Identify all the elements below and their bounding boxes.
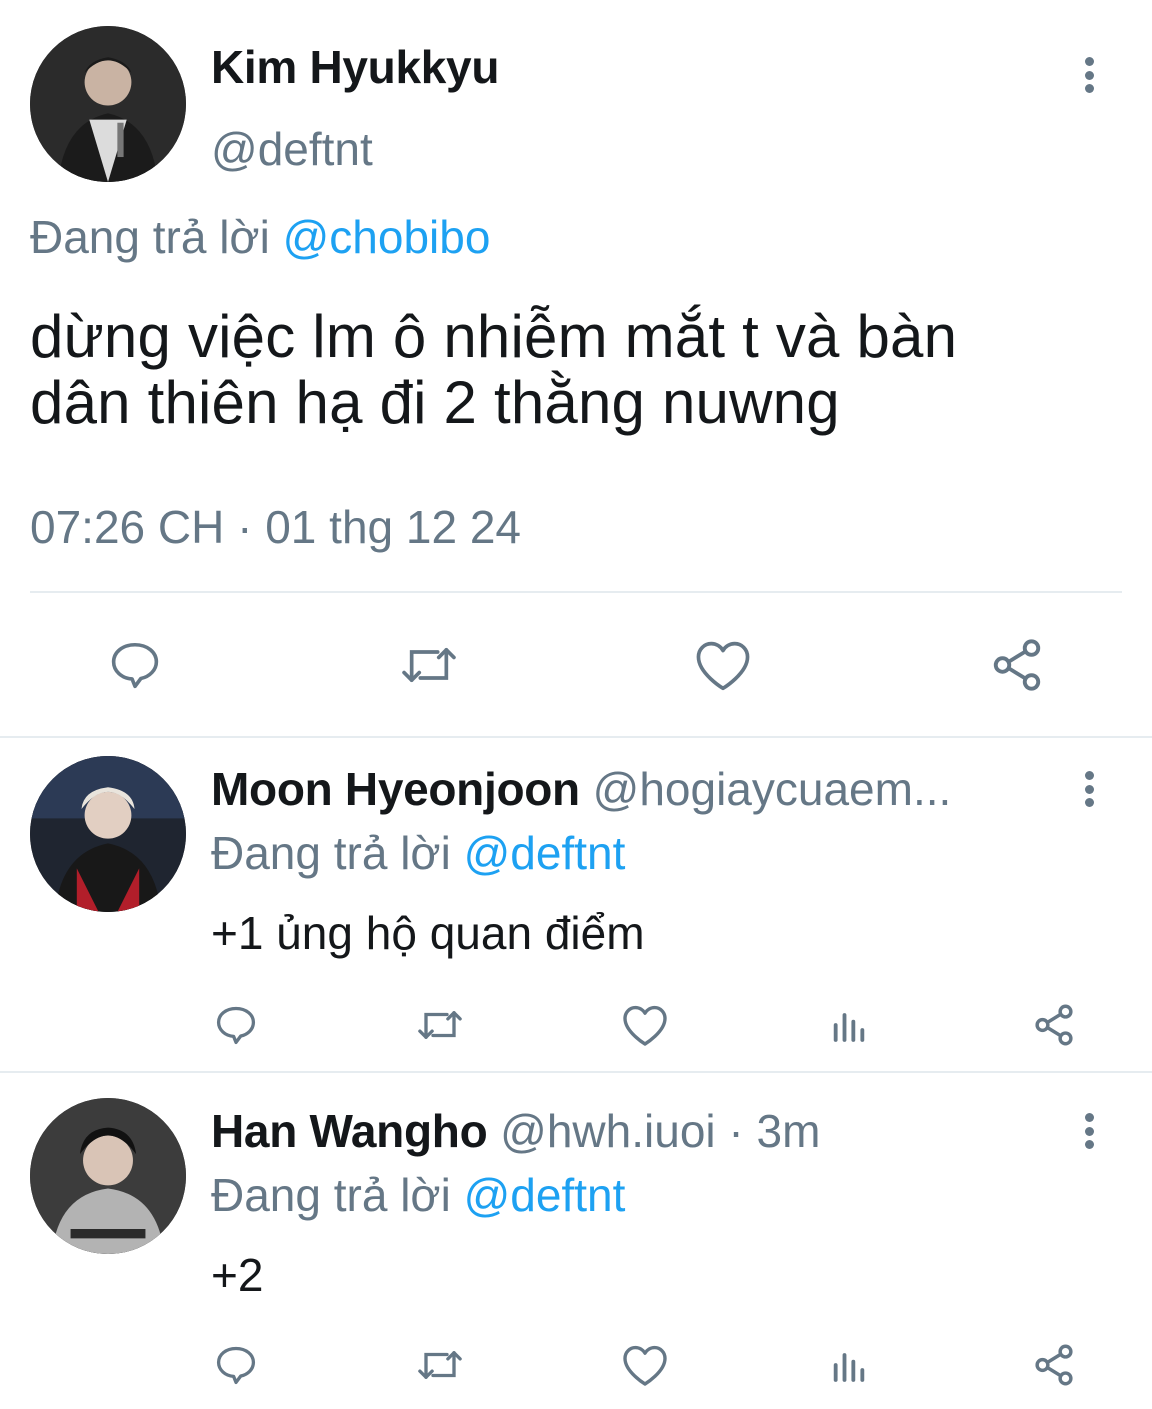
analytics-button[interactable] [826, 1342, 872, 1388]
replying-to-line: Đang trả lời @chobibo [30, 210, 490, 264]
tweet-text: dừng việc lm ô nhiễm mắt t và bàn dân th… [30, 304, 957, 436]
more-options-icon[interactable] [1082, 1113, 1096, 1149]
reply-icon [216, 1346, 256, 1385]
retweet-icon [418, 1011, 462, 1039]
replying-to-mention[interactable]: @deftnt [464, 827, 626, 879]
tweet-timestamp[interactable]: 07:26 CH · 01 thg 12 24 [30, 500, 521, 554]
reply-button[interactable] [211, 1340, 261, 1390]
like-icon [696, 641, 750, 691]
reply-avatar[interactable] [30, 1098, 186, 1254]
share-icon [1035, 1344, 1073, 1386]
author-name[interactable]: Kim Hyukkyu [211, 40, 499, 94]
retweet-button[interactable] [412, 1340, 468, 1390]
replying-prefix: Đang trả lời [211, 1169, 464, 1221]
retweet-button[interactable] [412, 1000, 468, 1050]
person-photo-icon [30, 1098, 186, 1254]
author-handle[interactable]: @deftnt [211, 122, 373, 176]
divider [0, 736, 1152, 738]
person-photo-icon [30, 756, 186, 912]
reply-author-handle[interactable]: @hwh.iuoi · 3m [500, 1105, 820, 1157]
like-button[interactable] [620, 1340, 670, 1390]
share-button[interactable] [1028, 1340, 1080, 1390]
reply-author-name[interactable]: Han Wangho [211, 1105, 488, 1157]
analytics-icon [833, 1013, 865, 1042]
reply-icon [111, 642, 159, 689]
reply-text: +1 ủng hộ quan điểm [211, 907, 645, 959]
reply-text: +2 [211, 1249, 264, 1301]
replying-to-mention[interactable]: @chobibo [283, 211, 491, 263]
reply-icon [216, 1006, 256, 1045]
like-button[interactable] [688, 630, 758, 700]
more-options-icon[interactable] [1082, 57, 1096, 93]
replying-to-mention[interactable]: @deftnt [464, 1169, 626, 1221]
share-icon [1035, 1004, 1073, 1046]
like-button[interactable] [620, 1000, 670, 1050]
replying-prefix: Đang trả lời [30, 211, 283, 263]
replying-to-line: Đang trả lời @deftnt [211, 1168, 625, 1222]
share-button[interactable] [1028, 1000, 1080, 1050]
replying-to-line: Đang trả lời @deftnt [211, 826, 625, 880]
divider [30, 591, 1122, 593]
author-avatar[interactable] [30, 26, 186, 182]
reply-author-name[interactable]: Moon Hyeonjoon [211, 763, 580, 815]
reply-button[interactable] [211, 1000, 261, 1050]
like-icon [623, 1005, 667, 1046]
tweet-text-line-2: dân thiên hạ đi 2 thằng nuwng [30, 369, 840, 436]
replying-prefix: Đang trả lời [211, 827, 464, 879]
reply-header: Han Wangho @hwh.iuoi · 3m [211, 1104, 1056, 1158]
reply-button[interactable] [100, 630, 170, 700]
like-icon [623, 1345, 667, 1386]
analytics-icon [833, 1353, 865, 1382]
retweet-button[interactable] [394, 630, 464, 700]
analytics-button[interactable] [826, 1002, 872, 1048]
share-icon [993, 639, 1041, 691]
share-button[interactable] [982, 630, 1052, 700]
divider [0, 1071, 1152, 1073]
retweet-icon [402, 647, 456, 683]
more-options-icon[interactable] [1082, 771, 1096, 807]
reply-author-handle[interactable]: @hogiaycuaem... [593, 763, 952, 815]
retweet-icon [418, 1351, 462, 1379]
person-photo-icon [30, 26, 186, 182]
reply-avatar[interactable] [30, 756, 186, 912]
reply-header: Moon Hyeonjoon @hogiaycuaem... [211, 762, 1056, 816]
tweet-text-line-1: dừng việc lm ô nhiễm mắt t và bàn [30, 303, 958, 370]
